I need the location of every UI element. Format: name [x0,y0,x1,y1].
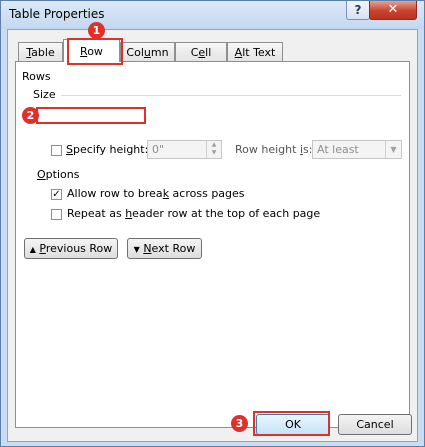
table-properties-dialog: Table Properties ? ✕ Table Row Column Ce… [0,0,425,447]
tab-table[interactable]: Table [18,42,63,61]
tab-row-label-c: ow [87,45,103,58]
cancel-button[interactable]: Cancel [338,414,412,435]
tab-alt-text-label-c: lt Text [242,46,276,59]
allow-break-label-a: Allow row to brea [67,187,163,200]
tab-row[interactable]: Row [63,39,120,62]
triangle-up-icon: ▲ [29,245,36,254]
specify-height-label-b: S [66,143,73,156]
spinner-arrows-icon[interactable]: ▲ ▼ [206,141,221,158]
row-height-type-value: At least [317,143,359,156]
annotation-badge-3: 3 [231,415,248,432]
tab-alt-text[interactable]: Alt Text [227,42,283,61]
tab-cell-label-c: ll [205,46,212,59]
repeat-header-label-a: Repeat as [67,207,126,220]
row-height-spinner[interactable]: 0" ▲ ▼ [147,140,222,159]
close-icon: ✕ [387,2,399,17]
tab-cell[interactable]: Cell [175,42,227,61]
specify-height-checkbox[interactable] [51,145,62,156]
options-heading: Options [37,168,79,181]
allow-break-label-c: across pages [169,187,245,200]
allow-break-label[interactable]: Allow row to break across pages [67,187,245,200]
tab-column-label-b: u [143,46,151,59]
next-row-label-b: N [143,242,152,255]
ok-button[interactable]: OK [256,414,330,435]
repeat-header-checkbox[interactable] [51,209,62,220]
row-tab-panel: Rows Size Specify height: 0" ▲ ▼ Row heig… [15,61,410,428]
checkmark-icon: ✓ [52,189,61,200]
options-heading-b: O [37,168,46,181]
next-row-button[interactable]: ▼ Next Row [127,238,202,259]
close-button[interactable]: ✕ [369,1,417,20]
title-bar[interactable]: Table Properties ? ✕ [1,1,424,29]
size-divider [61,95,401,96]
size-heading: Size [33,88,56,101]
specify-height-label-c: pecify height: [72,143,149,156]
next-row-label-c: ext Row [151,242,196,255]
tab-table-label-c: able [31,46,55,59]
window-title: Table Properties [9,7,105,21]
dialog-body: Table Row Column Cell Alt Text Rows Size… [7,29,418,442]
tab-column-label-c: mn [150,46,169,59]
row-height-value: 0" [152,143,165,156]
row-height-type-select[interactable]: At least ▼ [312,140,402,159]
rows-heading: Rows [22,70,51,83]
row-height-is-label: Row height is: [235,143,312,156]
specify-height-label[interactable]: Specify height: [66,143,148,156]
tab-column-label-a: Col [126,46,144,59]
annotation-badge-2: 2 [22,107,39,124]
options-heading-c: ptions [45,168,80,181]
previous-row-button[interactable]: ▲ Previous Row [24,238,118,259]
row-height-is-label-a: Row height [235,143,300,156]
tab-column[interactable]: Column [120,42,175,61]
annotation-badge-1: 1 [88,22,105,39]
chevron-down-icon[interactable]: ▼ [385,141,401,158]
allow-break-checkbox[interactable]: ✓ [51,189,62,200]
repeat-header-label[interactable]: Repeat as header row at the top of each … [67,207,320,220]
previous-row-label-c: revious Row [45,242,113,255]
help-button[interactable]: ? [346,1,370,20]
repeat-header-label-c: eader row at the top of each page [132,207,321,220]
triangle-down-icon: ▼ [133,245,140,254]
